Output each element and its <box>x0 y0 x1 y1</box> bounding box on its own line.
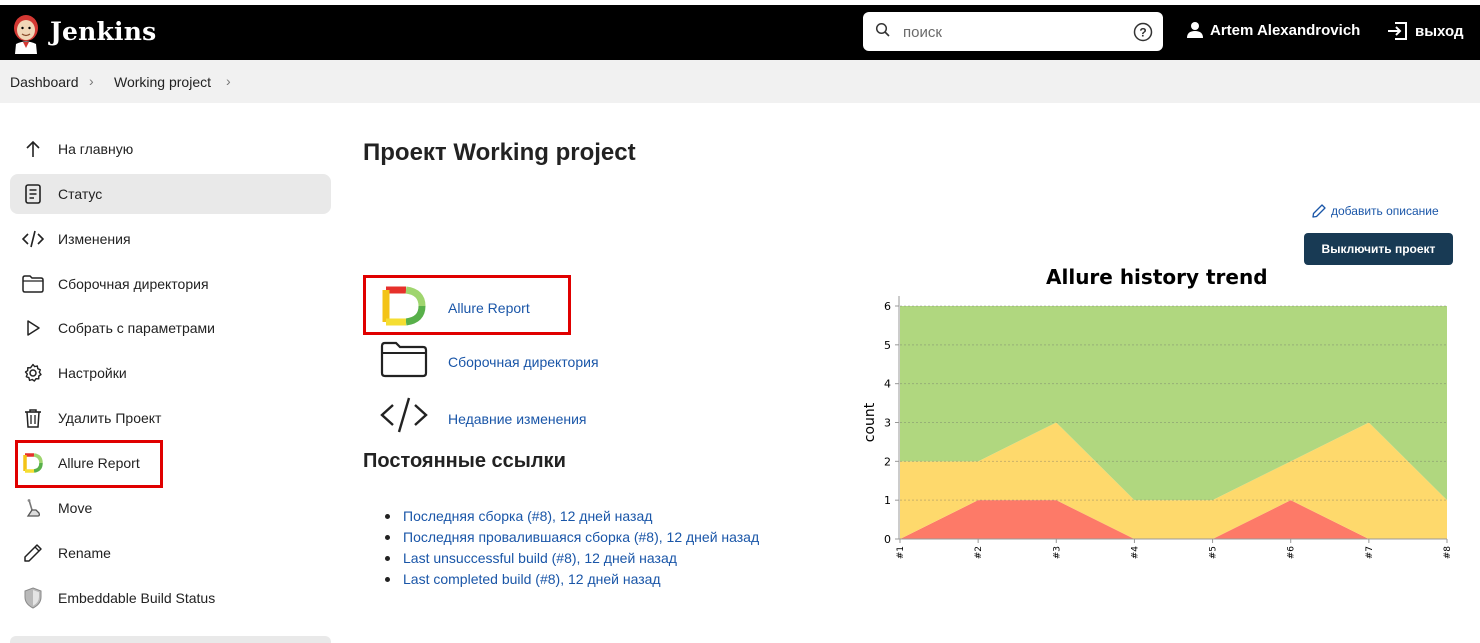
chevron-right-icon[interactable]: › <box>226 73 231 89</box>
sidebar-item-label: Статус <box>58 186 103 202</box>
play-icon <box>22 317 44 339</box>
sidebar-item-label: Собрать с параметрами <box>58 320 215 336</box>
user-menu[interactable]: Artem Alexandrovich <box>1186 21 1360 39</box>
permalink-item[interactable]: Last unsuccessful build (#8), 12 дней на… <box>385 548 759 569</box>
user-name: Artem Alexandrovich <box>1210 21 1361 39</box>
y-tick-label: 3 <box>884 417 891 430</box>
sidebar-item-label: Embeddable Build Status <box>58 590 216 606</box>
move-icon <box>22 497 44 519</box>
sidebar-item-label: На главную <box>58 141 134 157</box>
folder-icon <box>22 273 44 295</box>
highlight-box <box>15 440 163 488</box>
permalink-item[interactable]: Последняя сборка (#8), 12 дней назад <box>385 506 759 527</box>
user-icon <box>1187 22 1203 38</box>
x-tick-label: #7 <box>1365 546 1375 559</box>
x-tick-label: #3 <box>1052 546 1062 559</box>
sidebar-item-label: Сборочная директория <box>58 276 209 292</box>
sidebar-item-status[interactable]: Статус <box>10 174 331 214</box>
add-description-link[interactable]: добавить описание <box>1312 204 1439 218</box>
search-input[interactable] <box>903 21 1123 43</box>
gear-icon <box>22 362 44 384</box>
sidebar-item-build-with-params[interactable]: Собрать с параметрами <box>10 308 331 348</box>
sidebar-item-label: Rename <box>58 545 111 561</box>
breadcrumb: Dashboard › Working project › <box>0 60 1480 103</box>
top-bar: Jenkins ? Artem Alexandrovich выход <box>0 5 1480 60</box>
jenkins-logo-icon[interactable] <box>10 12 42 54</box>
x-tick-label: #8 <box>1443 546 1453 560</box>
y-tick-label: 5 <box>884 339 891 352</box>
arrow-up-icon <box>22 138 44 160</box>
breadcrumb-dashboard[interactable]: Dashboard <box>10 74 79 90</box>
sidebar-item-changes[interactable]: Изменения <box>10 219 331 259</box>
x-tick-label: #1 <box>896 546 906 559</box>
sidebar-item-label: Изменения <box>58 231 131 247</box>
workspace-link[interactable]: Сборочная директория <box>448 354 599 370</box>
x-tick-label: #5 <box>1209 546 1219 559</box>
chart-title: Allure history trend <box>1046 265 1268 289</box>
breadcrumb-project[interactable]: Working project <box>114 74 211 90</box>
brand-title[interactable]: Jenkins <box>50 17 156 46</box>
permalinks-list: Последняя сборка (#8), 12 дней назад Пос… <box>385 506 759 590</box>
sidebar-item-settings[interactable]: Настройки <box>10 353 331 393</box>
permalink-item[interactable]: Last completed build (#8), 12 дней назад <box>385 569 759 590</box>
logout-button[interactable]: выход <box>1387 21 1464 41</box>
help-icon[interactable]: ? <box>1133 22 1153 42</box>
pencil-icon <box>1312 204 1326 218</box>
highlight-box <box>363 275 571 335</box>
y-tick-label: 2 <box>884 455 891 468</box>
folder-icon[interactable] <box>380 340 428 380</box>
permalink-item[interactable]: Последняя провалившаяся сборка (#8), 12 … <box>385 527 759 548</box>
x-tick-label: #4 <box>1130 546 1140 560</box>
allure-trend-chart[interactable]: 0 1 2 3 4 5 6 #1 #2 #3 #4 #5 #6 #7 #8 count <box>855 290 1455 580</box>
y-tick-label: 1 <box>884 494 891 507</box>
permalinks-title: Постоянные ссылки <box>363 450 566 472</box>
sidebar-item-label: Удалить Проект <box>58 410 162 426</box>
disable-project-button[interactable]: Выключить проект <box>1304 233 1453 265</box>
logout-icon <box>1388 22 1407 40</box>
search-icon <box>875 22 890 37</box>
sidebar-item-home[interactable]: На главную <box>10 129 331 169</box>
sidebar-item-workspace[interactable]: Сборочная директория <box>10 264 331 304</box>
x-tick-label: #2 <box>974 546 984 559</box>
y-tick-label: 4 <box>884 378 891 391</box>
y-tick-label: 6 <box>884 300 891 313</box>
sidebar-item-rename[interactable]: Rename <box>10 533 331 573</box>
sidebar-item-delete-project[interactable]: Удалить Проект <box>10 398 331 438</box>
logout-label: выход <box>1415 22 1464 40</box>
chevron-right-icon[interactable]: › <box>89 73 94 89</box>
page-title: Проект Working project <box>363 139 636 166</box>
recent-changes-link[interactable]: Недавние изменения <box>448 411 587 427</box>
add-description-label: добавить описание <box>1331 204 1439 218</box>
sidebar-item-embeddable-build-status[interactable]: Embeddable Build Status <box>10 578 331 618</box>
trash-icon <box>22 407 44 429</box>
pencil-icon <box>22 542 44 564</box>
y-tick-label: 0 <box>884 533 891 546</box>
svg-text:?: ? <box>1139 26 1146 40</box>
code-icon <box>22 228 44 250</box>
x-tick-label: #6 <box>1287 546 1297 560</box>
shield-icon <box>22 587 44 609</box>
sidebar-item-label: Настройки <box>58 365 127 381</box>
search-box[interactable]: ? <box>863 12 1163 51</box>
code-icon[interactable] <box>380 395 428 435</box>
document-icon <box>22 183 44 205</box>
y-axis-label: count <box>862 402 878 442</box>
sidebar-item-label: Move <box>58 500 93 516</box>
sidebar-next-item <box>10 636 331 643</box>
sidebar-item-move[interactable]: Move <box>10 488 331 528</box>
